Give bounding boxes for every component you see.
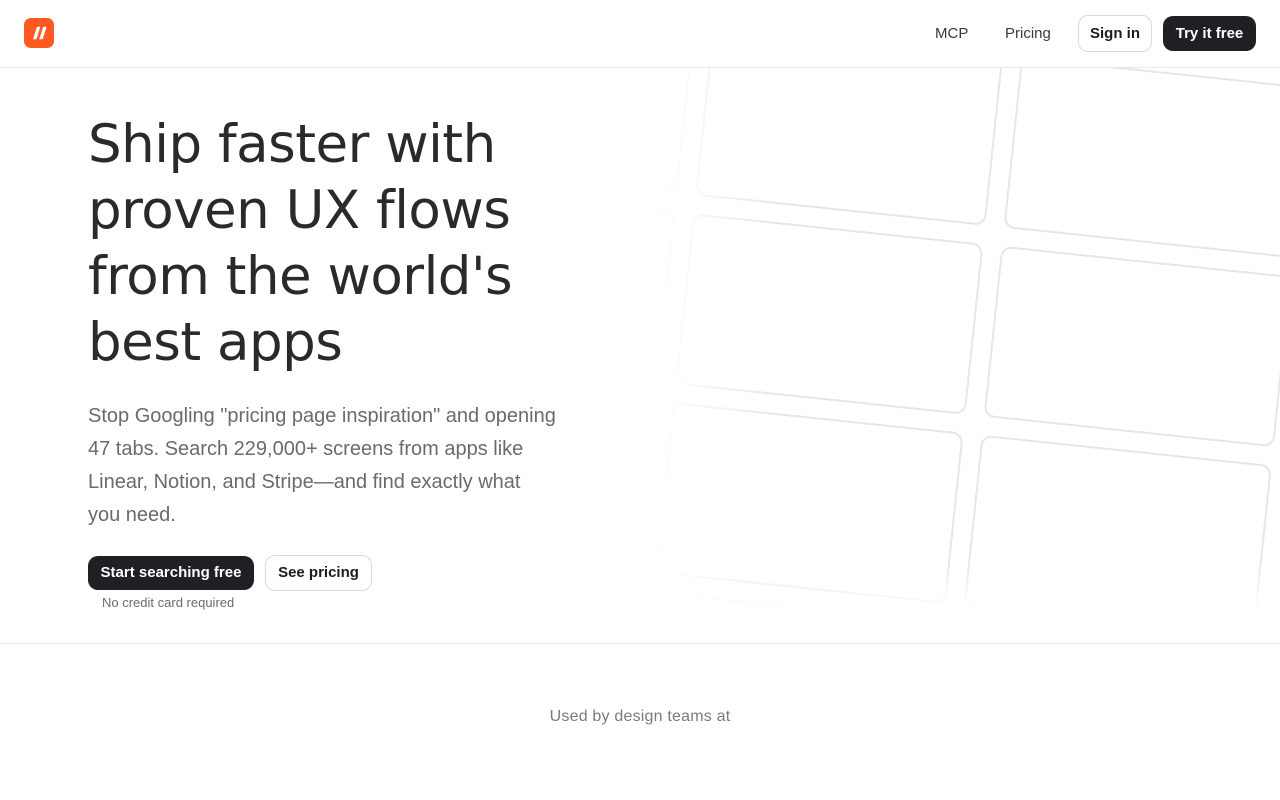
bg-card (984, 246, 1280, 447)
sign-in-button[interactable]: Sign in (1078, 15, 1152, 52)
hero-subtitle: Stop Googling "pricing page inspiration"… (88, 400, 598, 532)
hero-subtitle-line: 47 tabs. Search 229,000+ screens from ap… (88, 438, 524, 460)
hero-subtitle-line: Linear, Notion, and Stripe—and find exac… (88, 471, 521, 493)
section-divider (0, 643, 1280, 644)
app-logo-icon[interactable] (24, 18, 54, 48)
hero-title-line: from the world's (88, 246, 513, 307)
hero-title-line: Ship faster with (88, 114, 496, 175)
fade-overlay (640, 68, 780, 610)
social-proof-label: Used by design teams at (549, 708, 731, 725)
hero-title-line: proven UX flows (88, 180, 511, 241)
fade-overlay (640, 560, 1280, 610)
see-pricing-button[interactable]: See pricing (265, 555, 372, 591)
hero-title-line: best apps (88, 312, 343, 373)
bg-card (1004, 68, 1280, 258)
nav-link-pricing[interactable]: Pricing (1005, 23, 1051, 45)
hero-subtitle-line: Stop Googling "pricing page inspiration"… (88, 405, 556, 427)
hero-title: Ship faster with proven UX flows from th… (88, 112, 648, 376)
try-it-free-button[interactable]: Try it free (1163, 16, 1256, 51)
hero-subtitle-line: you need. (88, 504, 176, 526)
top-nav-bar: MCP Pricing Sign in Try it free (0, 0, 1280, 68)
no-credit-card-note: No credit card required (102, 595, 235, 610)
start-searching-button[interactable]: Start searching free (88, 556, 254, 590)
nav-link-mcp[interactable]: MCP (935, 23, 968, 45)
